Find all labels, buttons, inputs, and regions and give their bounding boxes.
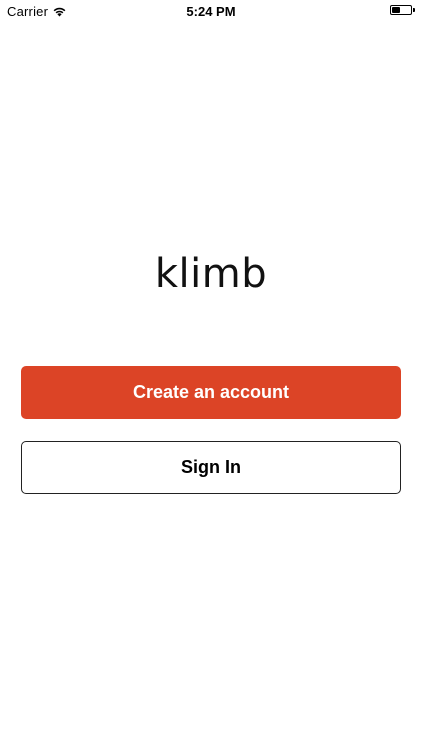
battery-fill — [392, 7, 401, 13]
logo-text: klimb — [154, 251, 268, 297]
create-account-button[interactable]: Create an account — [21, 366, 401, 419]
create-account-label: Create an account — [132, 382, 290, 402]
sign-in-button[interactable]: Sign In — [21, 441, 401, 494]
sign-in-label: Sign In — [181, 457, 241, 477]
status-time: 5:24 PM — [186, 4, 236, 19]
klimb-logo: klimb — [0, 250, 422, 298]
battery-nub — [413, 8, 415, 12]
battery-icon — [390, 5, 415, 15]
battery-body — [390, 5, 412, 15]
status-bar: Carrier 5:24 PM — [0, 0, 422, 22]
